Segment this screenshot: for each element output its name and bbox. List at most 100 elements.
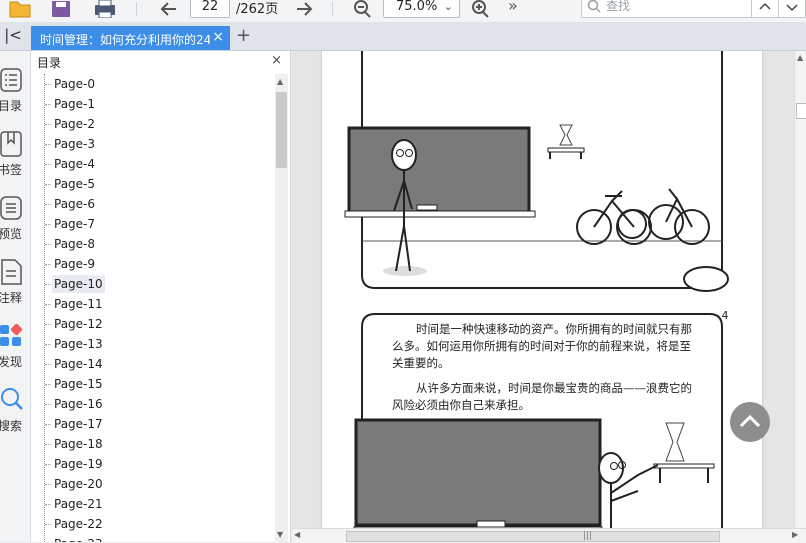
open-folder-icon[interactable] [8, 0, 34, 18]
tree-connector [45, 484, 51, 485]
page-number-input[interactable]: 22 [190, 0, 230, 18]
annotation-icon [1, 259, 22, 285]
outline-item[interactable]: Page-12 [52, 315, 105, 333]
save-icon[interactable] [50, 0, 72, 18]
outline-item[interactable]: Page-15 [52, 375, 105, 393]
paragraph-2: 从许多方面来说，时间是你最宝贵的商品——浪费它的风险必须由你自己来承担。 [392, 381, 692, 412]
outline-item[interactable]: Page-16 [52, 395, 105, 413]
outline-item[interactable]: Page-1 [52, 95, 97, 113]
tree-connector [45, 444, 51, 445]
outline-item[interactable]: Page-6 [52, 195, 97, 213]
rail-item-annotations[interactable]: 注释 [0, 259, 30, 315]
scroll-left-icon[interactable]: ◀ [294, 530, 300, 539]
viewer-vertical-scrollbar[interactable]: ▲ [794, 51, 806, 528]
outline-item[interactable]: Page-4 [52, 155, 97, 173]
outline-item[interactable]: Page-19 [52, 455, 105, 473]
zoom-select[interactable]: 75.0% ⌄ [383, 0, 460, 18]
toolbar: 22 /262页 75.0% ⌄ » [0, 0, 806, 22]
outline-item[interactable]: Page-0 [52, 75, 97, 93]
rail-item-search[interactable]: 搜索 [0, 387, 30, 443]
chevron-down-icon [786, 4, 798, 12]
arrow-right-icon[interactable] [293, 0, 315, 18]
tree-connector [45, 104, 51, 105]
outline-item[interactable]: Page-10 [52, 275, 105, 293]
tree-connector [45, 424, 51, 425]
scroll-right-icon[interactable]: ▶ [792, 530, 798, 539]
outline-tree: Page-0 Page-1 Page-2 Page-3 Page-4 Page-5 Page… [31, 74, 274, 542]
outline-item[interactable]: Page-18 [52, 435, 105, 453]
outline-scrollbar[interactable]: ▲ ▼ [275, 74, 288, 542]
tree-connector [45, 364, 51, 365]
tree-connector [45, 404, 51, 405]
rail-label: 发现 [0, 355, 23, 369]
scroll-up-icon[interactable]: ▲ [797, 53, 803, 62]
outline-item[interactable]: Page-17 [52, 415, 105, 433]
arrow-left-icon[interactable] [158, 0, 180, 18]
close-tab-icon[interactable]: × [212, 29, 224, 45]
outline-item[interactable]: Page-23 [52, 535, 105, 542]
tree-connector [45, 84, 51, 85]
apps-icon [0, 323, 23, 346]
paragraph-1: 时间是一种快速移动的资产。你所拥有的时间就只有那么多。如何运用你所拥有的时间对于… [392, 322, 692, 370]
close-panel-icon[interactable]: × [271, 53, 282, 68]
outline-item[interactable]: Page-8 [52, 235, 97, 253]
viewer-horizontal-scrollbar[interactable]: ◀ ||| ▶ [292, 528, 806, 543]
outline-item[interactable]: Page-22 [52, 515, 105, 533]
print-icon[interactable] [93, 0, 117, 18]
document-viewer[interactable]: 4 时间是一种快速移动的资产。你所拥有的时间就只有那么多。如何运用你所拥有的时间… [292, 51, 794, 528]
page-total: /262页 [236, 2, 279, 17]
outline-item[interactable]: Page-13 [52, 335, 105, 353]
tab-document[interactable]: 时间管理：如何充分利用你的24 × [31, 26, 230, 50]
more-tools-icon[interactable]: » [508, 0, 518, 15]
tree-connector [45, 324, 51, 325]
tree-connector [45, 164, 51, 165]
search-icon [1, 388, 23, 410]
preview-icon [0, 196, 22, 220]
add-tab-button[interactable]: + [236, 25, 251, 46]
tab-title: 时间管理：如何充分利用你的24 [40, 33, 210, 47]
outline-scrollbar-thumb[interactable] [276, 92, 287, 168]
scroll-up-icon[interactable]: ▲ [277, 77, 283, 86]
collapse-sidebar-button[interactable]: |< [2, 26, 24, 46]
tree-connector [45, 144, 51, 145]
outline-item[interactable]: Page-2 [52, 115, 97, 133]
tree-connector [45, 304, 51, 305]
outline-panel: 目录 × Page-0 Page-1 Page-2 Page-3 Page-4 Page-… [31, 51, 291, 542]
viewer-horizontal-thumb[interactable]: ||| [346, 531, 720, 542]
outline-item[interactable]: Page-20 [52, 475, 105, 493]
tree-connector [45, 504, 51, 505]
tree-connector [45, 384, 51, 385]
viewer-vertical-thumb[interactable] [796, 103, 806, 119]
list-icon [0, 68, 22, 92]
back-to-top-button[interactable] [730, 402, 770, 442]
outline-item[interactable]: Page-9 [52, 255, 97, 273]
outline-item[interactable]: Page-21 [52, 495, 105, 513]
rail-item-bookmarks[interactable]: 书签 [0, 131, 30, 187]
search-prev-button[interactable] [751, 0, 779, 18]
outline-item[interactable]: Page-7 [52, 215, 97, 233]
tree-connector [45, 524, 51, 525]
scroll-down-icon[interactable]: ▼ [277, 530, 283, 539]
rail-label: 搜索 [0, 419, 23, 433]
document-page: 4 时间是一种快速移动的资产。你所拥有的时间就只有那么多。如何运用你所拥有的时间… [322, 51, 762, 528]
tree-connector [45, 284, 51, 285]
comic-illustration [344, 51, 729, 528]
rail-item-outline[interactable]: 目录 [0, 67, 30, 123]
tree-connector [45, 264, 51, 265]
tab-bar: |< 时间管理：如何充分利用你的24 × + [0, 22, 806, 51]
search-next-button[interactable] [778, 0, 806, 18]
rail-item-preview[interactable]: 预览 [0, 195, 30, 251]
outline-item[interactable]: Page-11 [52, 295, 105, 313]
outline-item[interactable]: Page-3 [52, 135, 97, 153]
outline-header: 目录 × [31, 51, 290, 71]
outline-item[interactable]: Page-14 [52, 355, 105, 373]
tree-connector [45, 224, 51, 225]
rail-label: 预览 [0, 227, 23, 241]
outline-item[interactable]: Page-5 [52, 175, 97, 193]
zoom-in-icon[interactable] [470, 0, 492, 18]
search-input[interactable] [604, 0, 748, 14]
tree-connector [45, 464, 51, 465]
rail-item-discover[interactable]: 发现 [0, 323, 30, 379]
search-box[interactable] [581, 0, 753, 18]
zoom-out-icon[interactable] [352, 0, 374, 18]
